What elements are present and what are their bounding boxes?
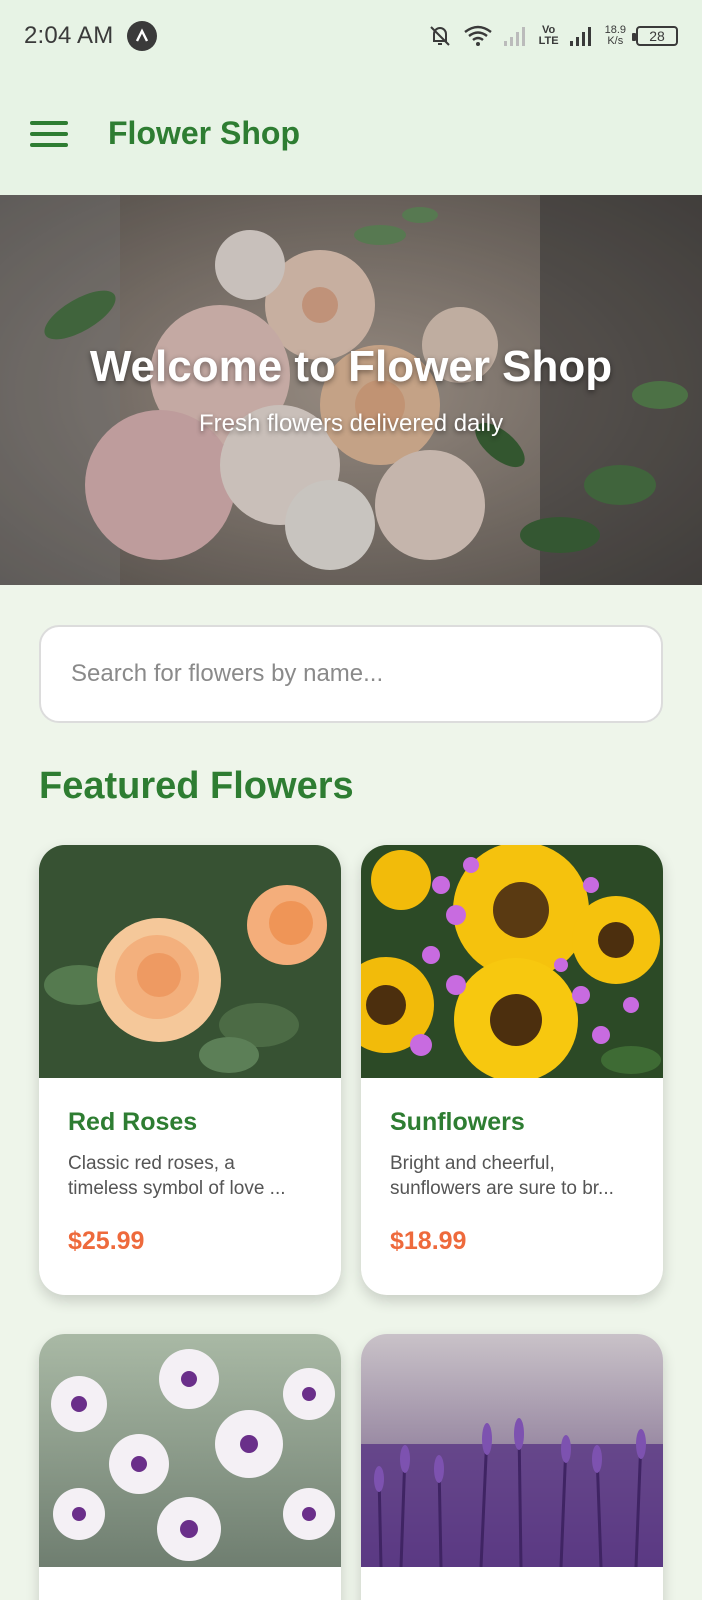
- menu-icon[interactable]: [30, 120, 68, 147]
- search-input[interactable]: [39, 625, 663, 723]
- product-card-4[interactable]: [361, 1334, 663, 1600]
- white-purple-blossoms-image: [39, 1334, 341, 1567]
- status-icons: Vo LTE 18.9 K/s 28: [427, 23, 678, 49]
- product-description: Classic red roses, a timeless symbol of …: [68, 1153, 286, 1199]
- product-card-red-roses[interactable]: Red Roses Classic red roses, a timeless …: [39, 845, 341, 1295]
- product-card-3[interactable]: [39, 1334, 341, 1600]
- app-title: Flower Shop: [108, 115, 300, 151]
- status-time: 2:04 AM: [24, 22, 114, 49]
- lavender-field-image: [361, 1334, 663, 1567]
- hero-title: Welcome to Flower Shop: [89, 342, 613, 391]
- battery-icon: 28: [632, 26, 678, 46]
- product-name: Red Roses: [68, 1108, 198, 1136]
- battery-level: 28: [649, 28, 665, 44]
- app-notification-icon: [127, 21, 158, 51]
- status-bar: 2:04 AM Vo LTE 18.9 K/s 28: [0, 0, 702, 72]
- net-speed-unit: K/s: [607, 35, 624, 47]
- signal-weak-icon: [503, 27, 525, 46]
- product-card-sunflowers[interactable]: Sunflowers Bright and cheerful, sunflowe…: [361, 845, 663, 1295]
- hero-subtitle: Fresh flowers delivered daily: [198, 410, 504, 437]
- volte-indicator: Vo LTE: [539, 25, 559, 47]
- hero-banner: Welcome to Flower Shop Fresh flowers del…: [0, 195, 702, 585]
- product-price: $25.99: [68, 1227, 145, 1255]
- section-title-featured: Featured Flowers: [39, 765, 354, 807]
- product-name: Sunflowers: [390, 1108, 525, 1136]
- app-bar: Flower Shop: [0, 72, 702, 195]
- sunflowers-image: [361, 845, 663, 1078]
- signal-icon: [569, 27, 591, 46]
- net-speed: 18.9 K/s: [605, 25, 626, 47]
- product-description: Bright and cheerful, sunflowers are sure…: [390, 1153, 614, 1199]
- lte-label: LTE: [538, 35, 559, 47]
- red-roses-image: [39, 845, 341, 1078]
- product-price: $18.99: [390, 1227, 467, 1255]
- wifi-icon: [463, 25, 492, 46]
- bell-off-icon: [429, 26, 450, 46]
